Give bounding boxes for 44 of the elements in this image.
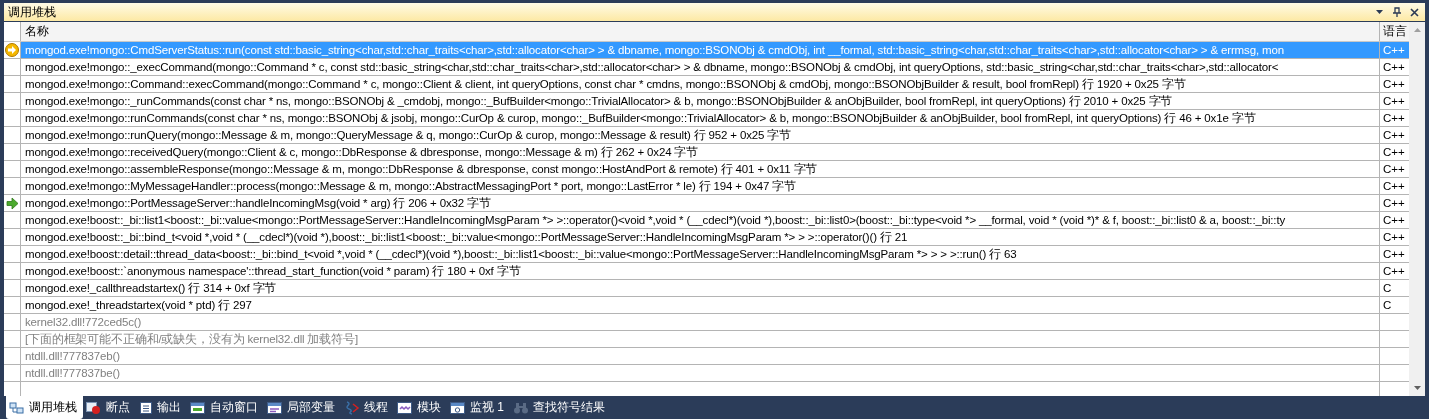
window-title: 调用堆栈 <box>8 3 56 21</box>
frame-name[interactable]: mongod.exe!mongo::_execCommand(mongo::Command * c, const std::basic_string<char,std::char_traits<char>,std::allocator<char> > & dbname, mongo::BSONObj & cmdObj, int queryOptions, std::basic_string<char,std::char_traits<char>,std::allocator< <box>21 59 1379 75</box>
panel-tab[interactable]: 监视 1 <box>447 396 510 419</box>
frame-name[interactable]: mongod.exe!mongo::MyMessageHandler::process(mongo::Message & m, mongo::AbstractMessagingPort * port, mongo::LastError * le) 行 194 + 0x47 字节 <box>21 178 1379 194</box>
scrollbar[interactable] <box>1409 22 1425 396</box>
frame-name[interactable]: mongod.exe!mongo::PortMessageServer::handleIncomingMsg(void * arg) 行 206 + 0x32 字节 <box>21 195 1379 211</box>
panel-tab[interactable]: 模块 <box>394 396 447 419</box>
output-icon <box>139 400 153 415</box>
window-icon <box>267 400 283 415</box>
close-icon[interactable] <box>1410 7 1419 17</box>
frame-name[interactable]: mongod.exe!mongo::assembleResponse(mongo::Message & m, mongo::DbResponse & dbresponse, const mongo::HostAndPort & remote) 行 401 + 0x11 字节 <box>21 161 1379 177</box>
scroll-down-icon[interactable] <box>1413 386 1421 390</box>
binoculars-icon <box>513 400 529 415</box>
panel-tab[interactable]: 断点 <box>83 396 136 419</box>
watch-icon <box>450 400 466 415</box>
pin-icon[interactable] <box>1392 7 1402 17</box>
frame-name[interactable]: ntdll.dll!777837be() <box>21 365 1379 381</box>
frame-name[interactable]: mongod.exe!mongo::runCommands(const char * ns, mongo::BSONObj & jsobj, mongo::CurOp & curop, mongo::_BufBuilder<mongo::TrivialAllocator> & b, mongo::BSONObjBuilder & anObjBuilder, bool fromRepl, int queryOptions) 行 46 + 0x1e 字节 <box>21 110 1379 126</box>
dropdown-icon[interactable] <box>1375 9 1384 15</box>
frame-name[interactable]: mongod.exe!boost::detail::thread_data<boost::_bi::bind_t<void *,void * (__cdecl*)(void *),boost::_bi::list1<boost::_bi::value<mongo::PortMessageServer::HandleIncomingMsgParam *> > > >::run() 行 63 <box>21 246 1379 262</box>
modules-icon <box>397 400 413 415</box>
frame-name[interactable]: kernel32.dll!772ced5c() <box>21 314 1379 330</box>
panel-tab[interactable]: 局部变量 <box>264 396 341 419</box>
stack-icon <box>9 400 25 415</box>
frame-name[interactable]: mongod.exe!_callthreadstartex() 行 314 + 0xf 字节 <box>21 280 1379 296</box>
panel-tab[interactable]: 输出 <box>136 396 187 419</box>
frame-name[interactable]: mongod.exe!mongo::_runCommands(const char * ns, mongo::BSONObj & _cmdobj, mongo::_BufBuilder<mongo::TrivialAllocator> & b, mongo::BSONObjBuilder & anObjBuilder, bool fromRepl, int queryOptions) 行 2010 + 0x25 字节 <box>21 93 1379 109</box>
frame-name[interactable]: mongod.exe!boost::_bi::bind_t<void *,void * (__cdecl*)(void *),boost::_bi::list1<boost::_bi::value<mongo::PortMessageServer::HandleIncomingMsgParam *> > >::operator()() 行 21 <box>21 229 1379 245</box>
frame-name[interactable]: mongod.exe!boost::`anonymous namespace'::thread_start_function(void * param) 行 180 + 0xf 字节 <box>21 263 1379 279</box>
panel-tab[interactable]: 自动窗口 <box>187 396 264 419</box>
frame-name[interactable]: ntdll.dll!777837eb() <box>21 348 1379 364</box>
window-icon <box>190 400 206 415</box>
breakpoint-icon <box>86 400 102 415</box>
frame-name[interactable]: mongod.exe!mongo::receivedQuery(mongo::Client & c, mongo::DbResponse & dbresponse, mongo::Message & m) 行 262 + 0x24 字节 <box>21 144 1379 160</box>
frame-name[interactable]: mongod.exe!_threadstartex(void * ptd) 行 297 <box>21 297 1379 313</box>
threads-icon <box>344 400 360 415</box>
panel-tab[interactable]: 查找符号结果 <box>510 396 611 419</box>
frame-name[interactable]: [下面的框架可能不正确和/或缺失，没有为 kernel32.dll 加载符号] <box>21 331 1379 347</box>
panel-tab[interactable]: 线程 <box>341 396 394 419</box>
panel-tab[interactable]: 调用堆栈 <box>6 396 83 419</box>
frame-name[interactable]: mongod.exe!boost::_bi::list1<boost::_bi::value<mongo::PortMessageServer::HandleIncomingMsgParam *> >::operator()<void *,void * (__cdecl*)(void *),boost::_bi::list0>(boost::_bi::type<void *> __formal, void * (void *)* & f, boost::_bi::list0 & a, boost::_bi::ty <box>21 212 1379 228</box>
column-header[interactable]: 名称 <box>21 22 1379 41</box>
frame-name[interactable]: mongod.exe!mongo::runQuery(mongo::Message & m, mongo::QueryMessage & q, mongo::CurOp & curop, mongo::Message & result) 行 952 + 0x25 字节 <box>21 127 1379 143</box>
frame-name[interactable]: mongod.exe!mongo::Command::execCommand(mongo::Command * c, mongo::Client & client, int queryOptions, const char * cmdns, mongo::BSONObj & cmdObj, mongo::BSONObjBuilder & result, bool fromRepl) 行 1920 + 0x25 字节 <box>21 76 1379 92</box>
